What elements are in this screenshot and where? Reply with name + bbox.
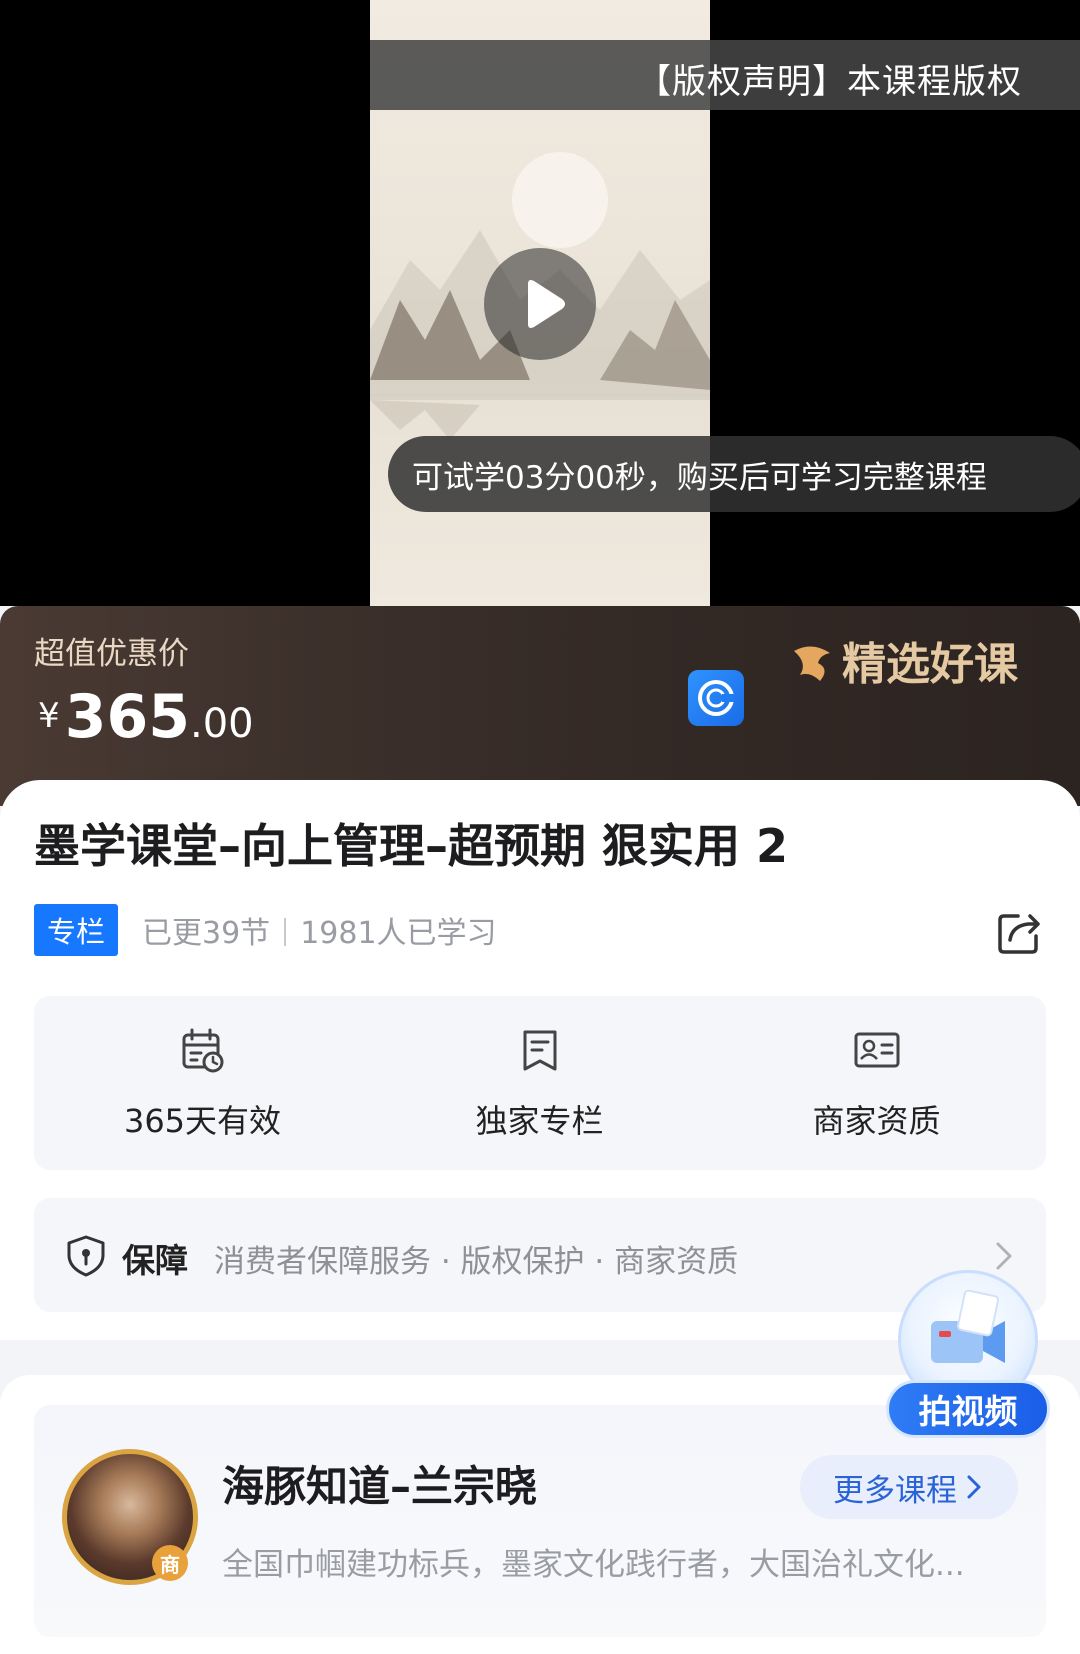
merchant-name[interactable]: 海豚知道–兰宗晓 xyxy=(222,1453,537,1514)
id-card-icon xyxy=(854,1032,900,1068)
guarantee-items: 消费者保障服务 · 版权保护 · 商家资质 xyxy=(214,1244,739,1280)
more-courses-label: 更多课程 xyxy=(833,1472,957,1509)
feature-validity: 365天有效 xyxy=(34,996,371,1170)
feature-label: 365天有效 xyxy=(123,1102,282,1140)
copyright-notice: 【版权声明】本课程版权 xyxy=(637,62,1022,102)
column-tag: 专栏 xyxy=(34,904,118,956)
course-meta: 已更39节 1981人已学习 xyxy=(142,908,497,952)
brand-label: 精选好课 xyxy=(790,628,1018,692)
video-player[interactable]: 【版权声明】本课程版权 可试学03分00秒，购买后可学习完整课程 xyxy=(0,0,1080,606)
price-integer: 365 xyxy=(64,682,190,752)
feature-label: 独家专栏 xyxy=(475,1102,604,1140)
bookmark-icon xyxy=(523,1030,557,1071)
price: ¥ 365.00 xyxy=(38,682,254,752)
more-courses-button[interactable]: 更多课程 xyxy=(800,1455,1018,1519)
feature-grid: 365天有效 独家专栏 商家资质 xyxy=(34,996,1046,1170)
share-button[interactable] xyxy=(996,908,1044,956)
feature-exclusive: 独家专栏 xyxy=(371,996,708,1170)
price-banner: 超值优惠价 ¥ 365.00 精选好课 xyxy=(0,606,1080,806)
update-count: 已更39节 xyxy=(142,916,271,951)
calendar-clock-icon xyxy=(182,1028,224,1073)
share-icon xyxy=(998,914,1040,954)
merchant-description: 全国巾帼建功标兵，墨家文化践行者，大国治礼文化... xyxy=(222,1547,965,1583)
trial-notice: 可试学03分00秒，购买后可学习完整课程 xyxy=(388,436,1080,512)
play-icon xyxy=(528,280,565,328)
merchant-badge: 商 xyxy=(152,1545,188,1581)
learner-count: 1981人已学习 xyxy=(300,916,497,951)
price-decimal: .00 xyxy=(189,701,254,747)
brand-text: 精选好课 xyxy=(842,639,1018,690)
shield-icon xyxy=(67,1235,105,1277)
chevron-right-icon xyxy=(967,1475,981,1499)
deal-label: 超值优惠价 xyxy=(34,636,189,672)
course-title: 墨学课堂–向上管理–超预期 狠实用 2 xyxy=(34,819,789,873)
feature-label: 商家资质 xyxy=(812,1102,941,1140)
feature-qualification[interactable]: 商家资质 xyxy=(708,996,1045,1170)
meta-divider xyxy=(284,918,287,946)
play-button[interactable] xyxy=(484,248,596,360)
chevron-right-icon xyxy=(996,1242,1012,1270)
fish-logo-icon xyxy=(794,646,830,681)
shoot-video-label: 拍视频 xyxy=(886,1380,1050,1438)
app-logo-icon xyxy=(688,670,744,726)
currency-symbol: ¥ xyxy=(38,696,60,736)
shoot-video-button[interactable]: 拍视频 xyxy=(886,1270,1050,1444)
guarantee-label: 保障 xyxy=(122,1241,188,1280)
course-info-card: 墨学课堂–向上管理–超预期 狠实用 2 专栏 已更39节 1981人已学习 365… xyxy=(0,780,1080,1340)
